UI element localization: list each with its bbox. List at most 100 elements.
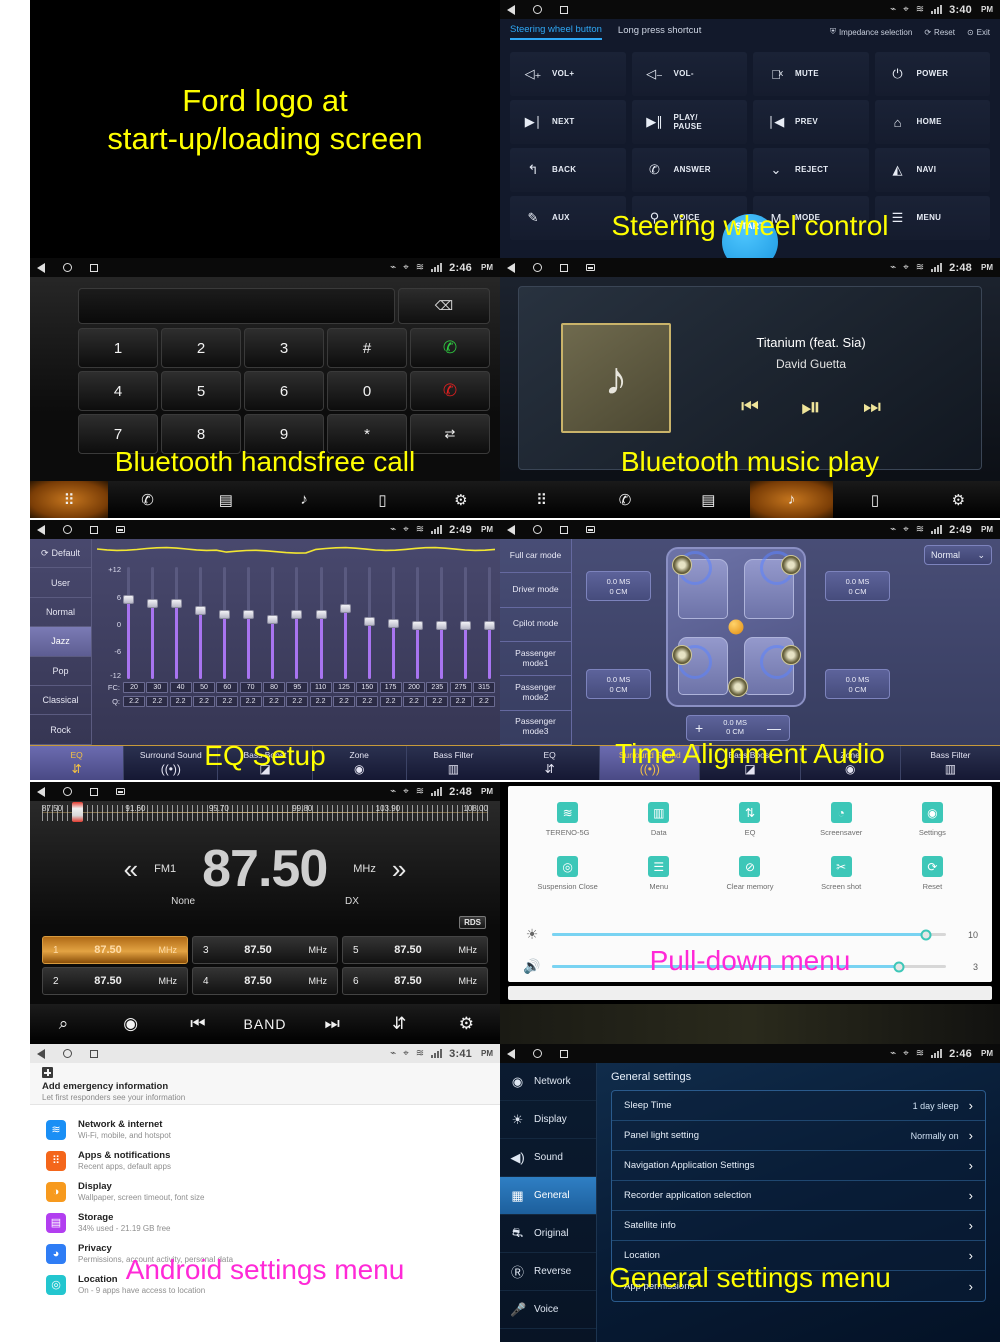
eq-band-slider[interactable] — [315, 567, 327, 679]
screenshot-nav-icon[interactable] — [586, 264, 595, 271]
screenshot-nav-icon[interactable] — [116, 788, 125, 795]
dial-key-3[interactable]: 3 — [244, 328, 324, 368]
back-nav-icon[interactable] — [507, 262, 515, 273]
eq-band-slider[interactable] — [339, 567, 351, 679]
phone-number-input[interactable] — [78, 288, 395, 324]
eq-preset-classical[interactable]: Classical — [30, 686, 91, 716]
eq-band-knob[interactable] — [291, 610, 303, 620]
home-nav-icon[interactable] — [533, 1049, 542, 1058]
radio-prev-button[interactable]: ⏮ — [164, 1014, 231, 1034]
sound-field-dropdown[interactable]: Normal ⌄ — [924, 545, 992, 565]
mode-passenger-2[interactable]: Passenger mode2 — [500, 676, 571, 711]
eq-q-cell[interactable]: 2.2 — [379, 696, 402, 707]
sidebar-item-network[interactable]: ◉ Network — [500, 1063, 596, 1101]
toolbar-apps-grid[interactable]: ⠿ — [500, 481, 583, 518]
home-nav-icon[interactable] — [63, 1049, 72, 1058]
call-button[interactable]: ✆ — [410, 328, 490, 368]
back-nav-icon[interactable] — [507, 524, 515, 535]
swc-button-next[interactable]: ▶∣ NEXT — [510, 100, 626, 144]
swc-button-vol-down[interactable]: ◁₋ VOL- — [631, 52, 747, 96]
impedance-selection-button[interactable]: ⛨ Impedance selection — [830, 27, 912, 37]
quick-tile-reset[interactable]: ⟳ Reset — [887, 856, 978, 910]
back-nav-icon[interactable] — [507, 4, 515, 15]
settings-row[interactable]: Recorder application selection › — [612, 1181, 985, 1211]
radio-preset-6[interactable]: 6 87.50 MHz — [342, 967, 488, 995]
home-nav-icon[interactable] — [63, 263, 72, 272]
settings-row[interactable]: Sleep Time 1 day sleep › — [612, 1091, 985, 1121]
home-nav-icon[interactable] — [63, 787, 72, 796]
eq-preset-default[interactable]: ⟳ Default — [30, 539, 91, 569]
toolbar-bluetooth-settings[interactable]: ⚙ — [422, 481, 500, 518]
settings-row[interactable]: ≋ Network & internet Wi-Fi, mobile, and ho… — [30, 1114, 500, 1145]
quick-tile-mobile-data[interactable]: ▥ Data — [613, 802, 704, 856]
sidebar-item-voice[interactable]: 🎤 Voice — [500, 1291, 596, 1329]
eq-band-knob[interactable] — [243, 610, 255, 620]
back-nav-icon[interactable] — [37, 1048, 45, 1059]
quick-tile-equalizer[interactable]: ⇅ EQ — [704, 802, 795, 856]
eq-fc-cell[interactable]: 125 — [332, 682, 355, 693]
eq-band-knob[interactable] — [459, 621, 471, 630]
swc-button-mute[interactable]: ◁ͯ MUTE — [753, 52, 869, 96]
back-nav-icon[interactable] — [37, 524, 45, 535]
eq-fc-cell[interactable]: 110 — [309, 682, 332, 693]
eq-fc-cell[interactable]: 30 — [146, 682, 169, 693]
eq-fc-cell[interactable]: 275 — [449, 682, 472, 693]
toolbar-bluetooth-music[interactable]: ♪ — [265, 481, 343, 518]
radio-band-button[interactable]: BAND — [231, 1016, 298, 1032]
eq-q-cell[interactable]: 2.2 — [123, 696, 145, 707]
radio-preset-5[interactable]: 5 87.50 MHz — [342, 936, 488, 964]
brightness-slider[interactable] — [552, 929, 946, 940]
settings-row[interactable]: Satellite info › — [612, 1211, 985, 1241]
seek-down-button[interactable]: « — [124, 854, 138, 885]
eq-fc-cell[interactable]: 315 — [472, 682, 495, 693]
settings-row[interactable]: ⠿ Apps & notifications Recent apps, defaul… — [30, 1145, 500, 1176]
sidebar-item-original[interactable]: ⛐ Original — [500, 1215, 596, 1253]
eq-fc-cell[interactable]: 20 — [123, 682, 145, 693]
increase-delay-button[interactable]: + — [695, 720, 703, 736]
eq-band-knob[interactable] — [267, 614, 279, 624]
settings-row[interactable]: ▤ Storage 34% used - 21.19 GB free — [30, 1207, 500, 1238]
speaker-rear-left[interactable] — [672, 645, 692, 665]
eq-preset-normal[interactable]: Normal — [30, 598, 91, 628]
recents-nav-icon[interactable] — [90, 263, 98, 272]
exit-button[interactable]: ⊙ Exit — [967, 28, 990, 37]
eq-band-slider[interactable] — [147, 567, 159, 679]
swc-button-home[interactable]: ⌂ HOME — [874, 100, 990, 144]
eq-preset-jazz[interactable]: Jazz — [30, 627, 91, 657]
eq-q-cell[interactable]: 2.2 — [332, 696, 355, 707]
eq-band-slider[interactable] — [171, 567, 183, 679]
toolbar-apps-grid[interactable]: ⠿ — [30, 481, 109, 518]
radio-search-button[interactable]: ⌕ — [30, 1014, 97, 1034]
settings-row[interactable]: Navigation Application Settings › — [612, 1151, 985, 1181]
eq-q-cell[interactable]: 2.2 — [449, 696, 472, 707]
home-nav-icon[interactable] — [533, 525, 542, 534]
eq-fc-cell[interactable]: 95 — [286, 682, 309, 693]
reset-button[interactable]: ⟳ Reset — [924, 28, 955, 37]
screenshot-nav-icon[interactable] — [116, 526, 125, 533]
home-nav-icon[interactable] — [63, 525, 72, 534]
toolbar-call-log[interactable]: ✆ — [108, 481, 186, 518]
eq-fc-cell[interactable]: 235 — [426, 682, 449, 693]
eq-band-knob[interactable] — [411, 621, 423, 630]
eq-preset-rock[interactable]: Rock — [30, 715, 91, 745]
toolbar-contacts[interactable]: ▤ — [667, 481, 750, 518]
toolbar-call-log[interactable]: ✆ — [583, 481, 666, 518]
recents-nav-icon[interactable] — [560, 1049, 568, 1058]
eq-band-knob[interactable] — [339, 603, 351, 613]
end-call-button[interactable]: ✆ — [410, 371, 490, 411]
eq-band-slider[interactable] — [483, 567, 495, 679]
eq-band-knob[interactable] — [387, 618, 399, 628]
eq-fc-cell[interactable]: 70 — [239, 682, 262, 693]
dial-key-2[interactable]: 2 — [161, 328, 241, 368]
quick-tile-gear[interactable]: ◉ Settings — [887, 802, 978, 856]
back-nav-icon[interactable] — [507, 1048, 515, 1059]
eq-band-slider[interactable] — [219, 567, 231, 679]
eq-q-cell[interactable]: 2.2 — [146, 696, 169, 707]
back-nav-icon[interactable] — [37, 786, 45, 797]
settings-row[interactable]: ◑ Display Wallpaper, screen timeout, font … — [30, 1176, 500, 1207]
swc-button-prev[interactable]: ∣◀ PREV — [753, 100, 869, 144]
dial-key-0[interactable]: 0 — [327, 371, 407, 411]
eq-band-slider[interactable] — [123, 567, 134, 679]
screenshot-nav-icon[interactable] — [586, 526, 595, 533]
dial-key-1[interactable]: 1 — [78, 328, 158, 368]
